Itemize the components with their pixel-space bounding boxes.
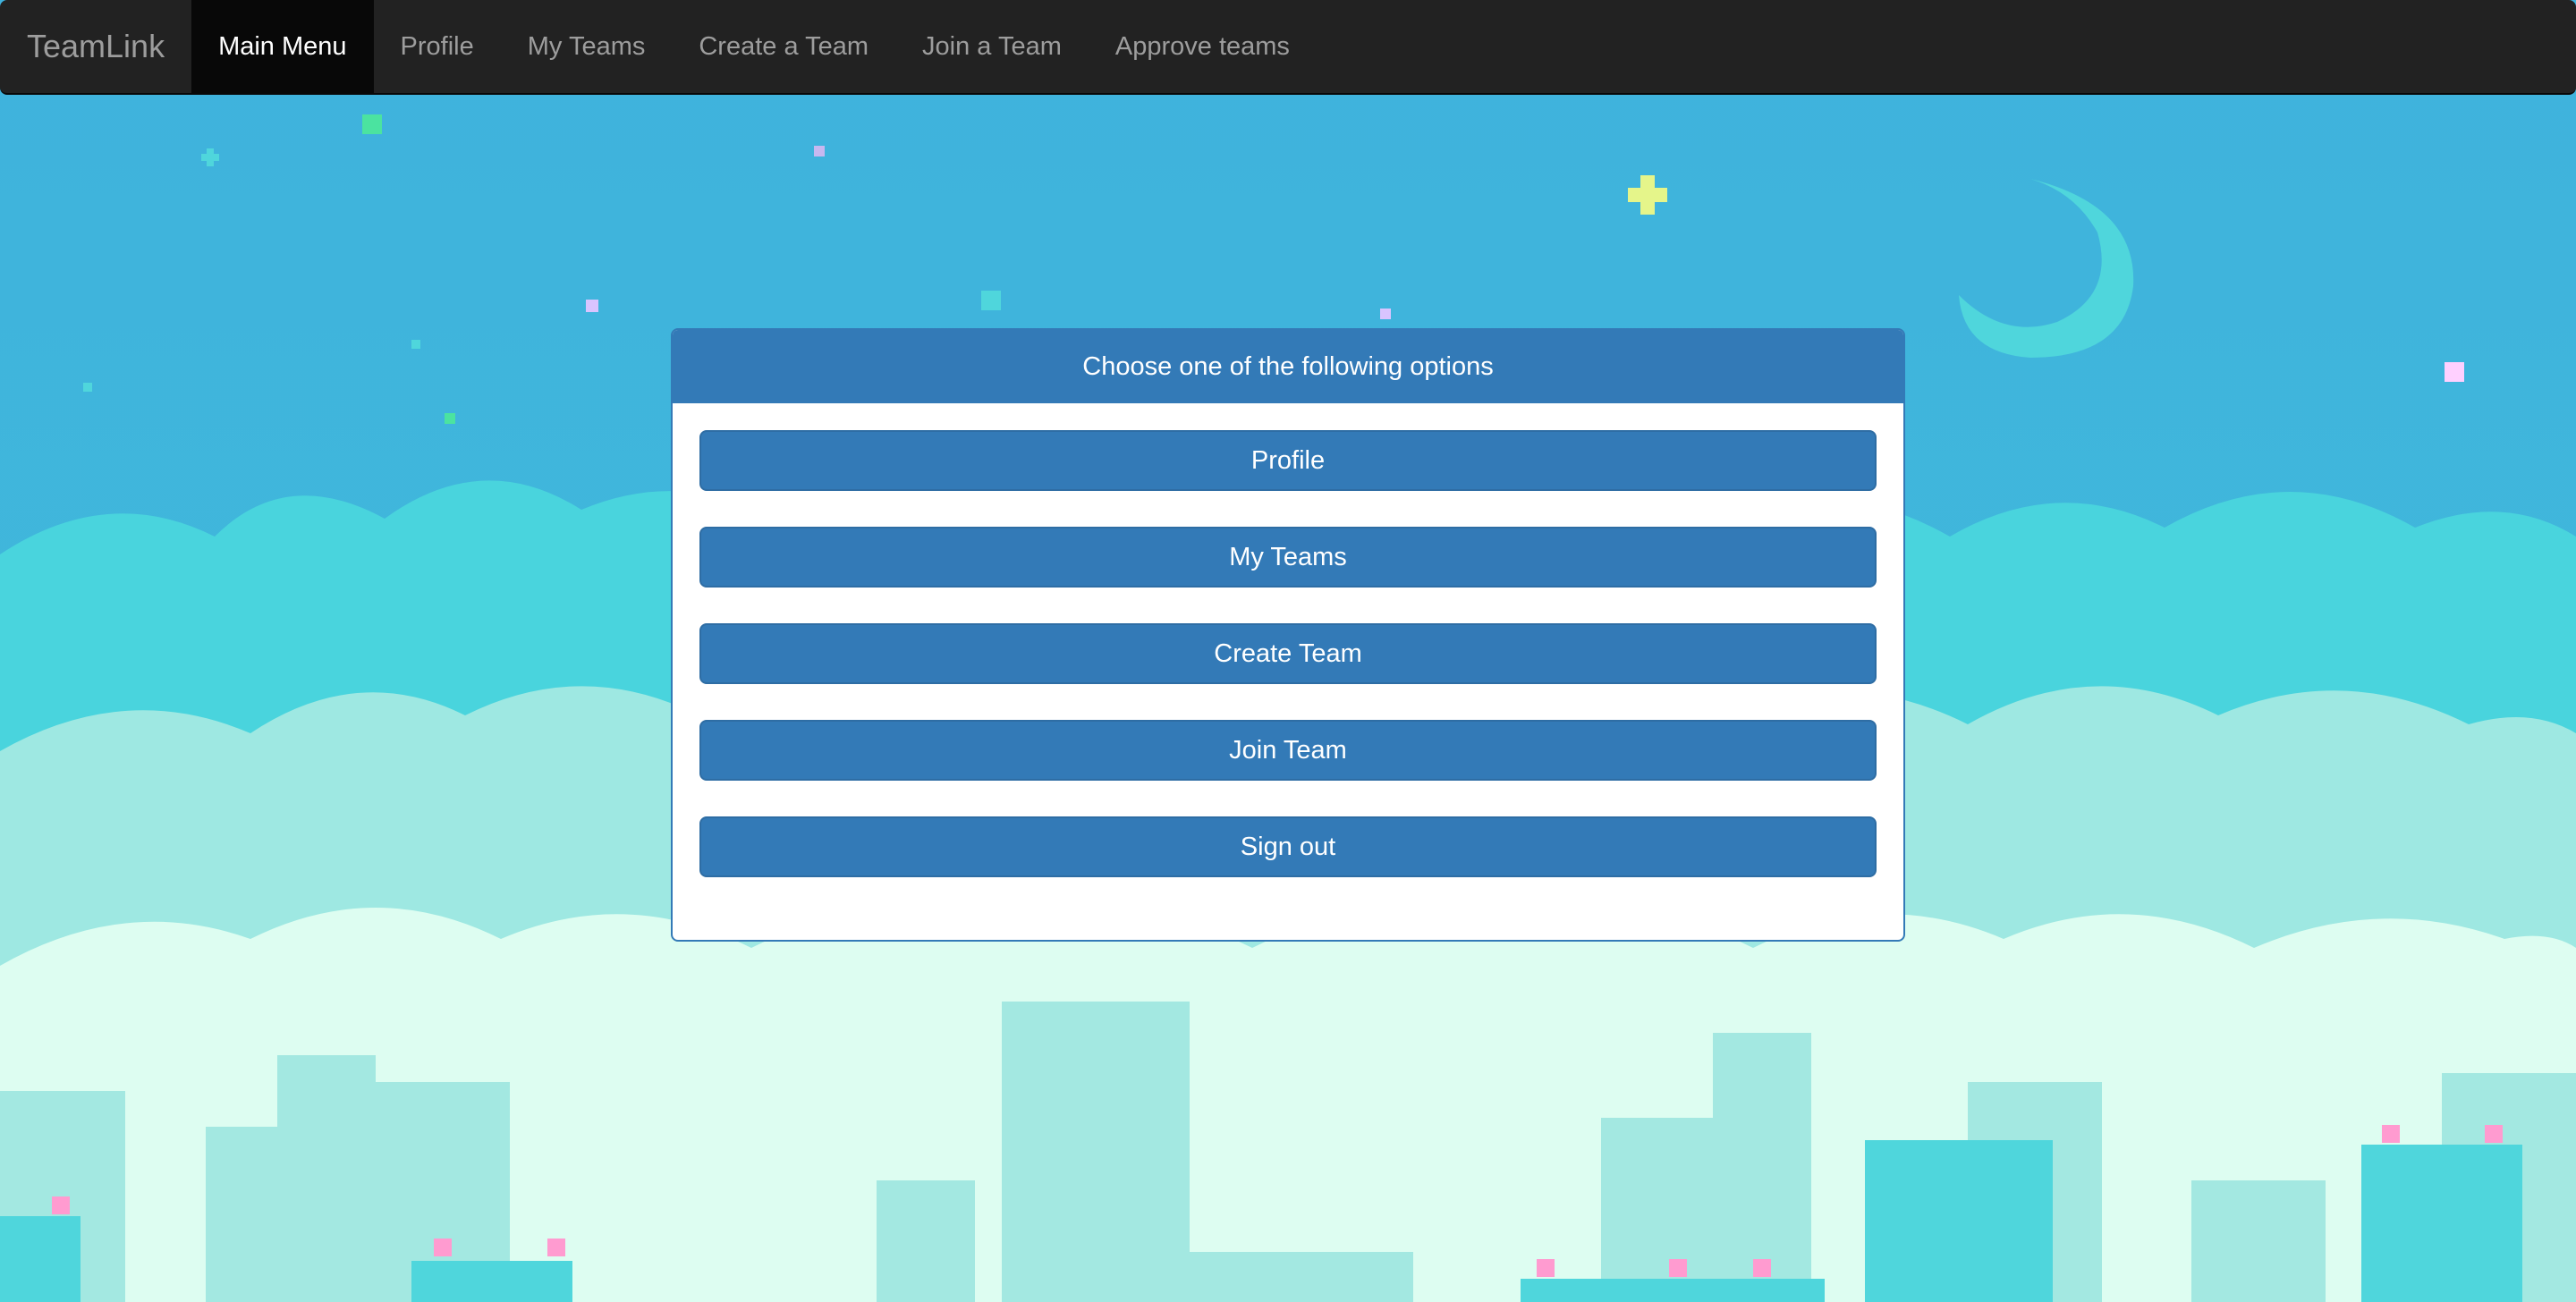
sign-out-button[interactable]: Sign out	[699, 816, 1877, 877]
nav-profile[interactable]: Profile	[374, 0, 501, 93]
options-panel: Choose one of the following options Prof…	[671, 328, 1905, 942]
join-team-button[interactable]: Join Team	[699, 720, 1877, 781]
panel-body: Profile My Teams Create Team Join Team S…	[673, 403, 1903, 877]
panel-heading: Choose one of the following options	[673, 330, 1903, 403]
nav-my-teams[interactable]: My Teams	[501, 0, 673, 93]
create-team-button[interactable]: Create Team	[699, 623, 1877, 684]
profile-button[interactable]: Profile	[699, 430, 1877, 491]
nav-approve-teams[interactable]: Approve teams	[1089, 0, 1317, 93]
brand-logo[interactable]: TeamLink	[0, 0, 191, 93]
my-teams-button[interactable]: My Teams	[699, 527, 1877, 588]
nav-create-team[interactable]: Create a Team	[672, 0, 895, 93]
top-navbar: TeamLink Main Menu Profile My Teams Crea…	[0, 0, 2576, 95]
nav-main-menu[interactable]: Main Menu	[191, 0, 374, 93]
nav-join-team[interactable]: Join a Team	[895, 0, 1089, 93]
